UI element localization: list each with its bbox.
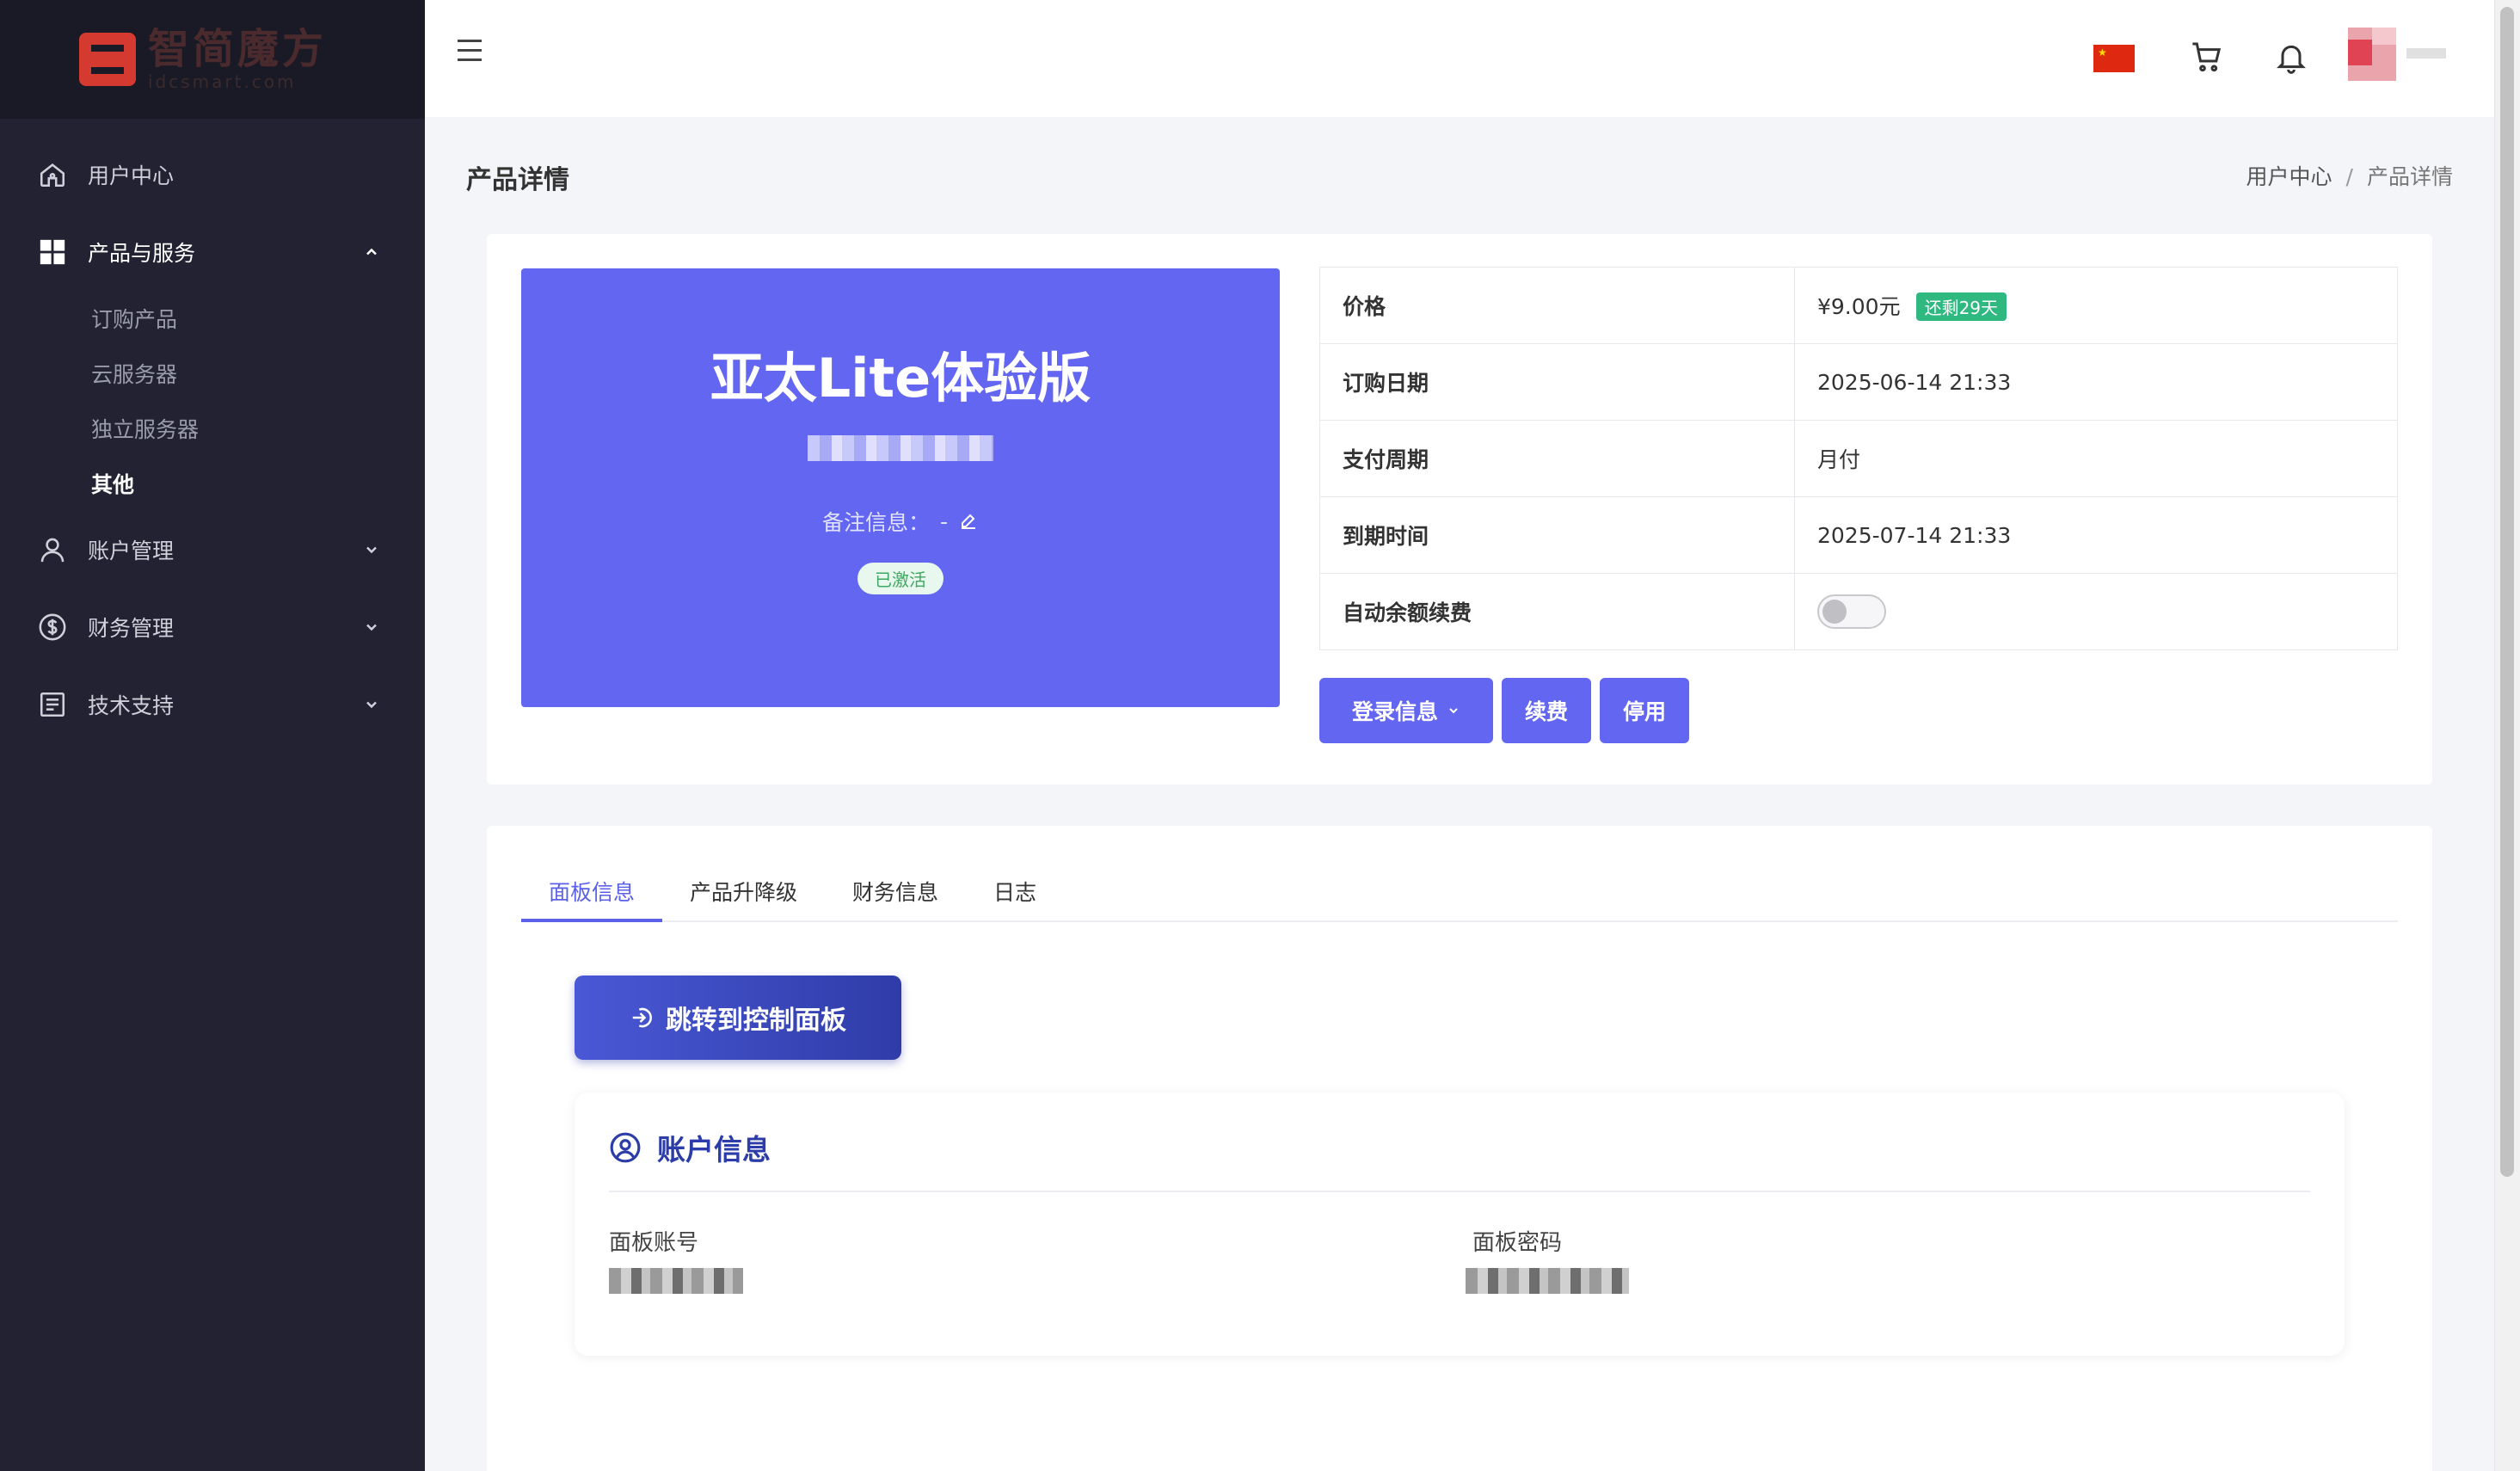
- tab-finance[interactable]: 财务信息: [825, 871, 966, 922]
- sidebar-subitem-dedicated-server[interactable]: 独立服务器: [0, 401, 425, 456]
- cart-icon[interactable]: [2190, 40, 2224, 74]
- tab-logs[interactable]: 日志: [966, 871, 1064, 922]
- billing-cycle-value: 月付: [1794, 420, 2398, 497]
- table-row: 价格 ¥9.00元 还剩29天: [1319, 267, 2398, 344]
- document-icon: [36, 688, 69, 721]
- expiry-value: 2025-07-14 21:33: [1794, 496, 2398, 574]
- table-row: 订购日期 2025-06-14 21:33: [1319, 343, 2398, 421]
- china-flag-icon[interactable]: ★: [2093, 45, 2135, 72]
- sidebar-nav: 用户中心 产品与服务 订购产品 云服务器 独立服务器 其他 账户管理 财务管理: [0, 119, 425, 743]
- avatar[interactable]: [2348, 28, 2396, 81]
- product-details-table: 价格 ¥9.00元 还剩29天 订购日期 2025-06-14 21:33 支付周…: [1319, 267, 2398, 650]
- note-label: 备注信息：: [821, 510, 930, 535]
- menu-toggle-icon[interactable]: [458, 40, 485, 65]
- tab-panel-info[interactable]: 面板信息: [521, 871, 663, 922]
- auto-renew-cell: [1794, 573, 2398, 650]
- price-value: ¥9.00元: [1817, 294, 1901, 319]
- logo-icon: [79, 33, 136, 86]
- scrollbar[interactable]: [2494, 0, 2520, 1471]
- chevron-down-icon: [366, 701, 377, 709]
- account-info-title: 账户信息: [657, 1133, 771, 1166]
- auto-renew-toggle[interactable]: [1817, 594, 1886, 629]
- product-hero: 亚太Lite体验版 备注信息： - 已激活: [521, 268, 1280, 707]
- chevron-down-icon: [1449, 708, 1458, 714]
- tab-bar: 面板信息 产品升降级 财务信息 日志: [521, 871, 2398, 922]
- tab-upgrade[interactable]: 产品升降级: [662, 871, 825, 922]
- product-host-blurred: [808, 435, 993, 461]
- table-row: 支付周期 月付: [1319, 420, 2398, 497]
- scrollbar-thumb[interactable]: [2500, 7, 2514, 1177]
- login-arrow-icon: [632, 1007, 652, 1028]
- note-value: -: [939, 508, 949, 534]
- product-tabs-card: 面板信息 产品升降级 财务信息 日志 跳转到控制面板 账户信息 面板账号 面板密…: [487, 826, 2432, 1471]
- user-icon: [36, 533, 69, 566]
- breadcrumb: 用户中心 / 产品详情: [2246, 160, 2453, 191]
- sidebar-subitem-order[interactable]: 订购产品: [0, 291, 425, 346]
- product-name: 亚太Lite体验版: [710, 347, 1091, 409]
- jump-to-panel-button[interactable]: 跳转到控制面板: [575, 976, 901, 1060]
- billing-cycle-label: 支付周期: [1319, 420, 1795, 497]
- grid-icon: [36, 236, 69, 268]
- breadcrumb-user-center[interactable]: 用户中心: [2246, 164, 2333, 189]
- disable-button[interactable]: 停用: [1600, 678, 1689, 743]
- logo[interactable]: 智简魔方 idcsmart.com: [0, 0, 425, 119]
- chevron-down-icon: [366, 546, 377, 554]
- logo-domain: idcsmart.com: [148, 71, 297, 92]
- panel-account-value-blurred: [609, 1268, 743, 1294]
- home-icon: [36, 158, 69, 191]
- logo-brand: 智简魔方: [148, 25, 328, 73]
- login-info-button[interactable]: 登录信息: [1319, 678, 1493, 743]
- account-info-card: 账户信息 面板账号 面板密码: [575, 1092, 2345, 1356]
- table-row: 到期时间 2025-07-14 21:33: [1319, 496, 2398, 574]
- top-bar: ★: [425, 0, 2494, 117]
- product-summary-card: 亚太Lite体验版 备注信息： - 已激活 价格 ¥9.00元 还剩29天 订购日…: [487, 234, 2432, 785]
- chevron-down-icon: [366, 624, 377, 631]
- expiry-label: 到期时间: [1319, 496, 1795, 574]
- panel-account-label: 面板账号: [609, 1230, 699, 1256]
- sidebar: 智简魔方 idcsmart.com 用户中心 产品与服务 订购产品 云服务器 独…: [0, 0, 425, 1471]
- sidebar-subitem-other[interactable]: 其他: [0, 456, 425, 511]
- order-date-value: 2025-06-14 21:33: [1794, 343, 2398, 421]
- breadcrumb-separator: /: [2345, 164, 2353, 189]
- sidebar-item-user-center[interactable]: 用户中心: [0, 136, 425, 213]
- order-date-label: 订购日期: [1319, 343, 1795, 421]
- chevron-up-icon: [366, 248, 377, 255]
- remaining-days-badge: 还剩29天: [1915, 292, 2007, 321]
- renew-button[interactable]: 续费: [1502, 678, 1591, 743]
- sidebar-item-support[interactable]: 技术支持: [0, 666, 425, 743]
- status-badge: 已激活: [857, 563, 943, 594]
- sidebar-subitem-cloud-server[interactable]: 云服务器: [0, 346, 425, 401]
- sidebar-item-account[interactable]: 账户管理: [0, 511, 425, 588]
- price-label: 价格: [1319, 267, 1795, 344]
- sidebar-item-products[interactable]: 产品与服务: [0, 213, 425, 291]
- page-title: 产品详情: [466, 165, 569, 195]
- table-row: 自动余额续费: [1319, 573, 2398, 650]
- price-value-cell: ¥9.00元 还剩29天: [1794, 267, 2398, 344]
- username-blurred[interactable]: [2406, 48, 2446, 58]
- user-circle-icon: [610, 1132, 641, 1163]
- product-note: 备注信息： -: [521, 506, 1280, 537]
- panel-password-label: 面板密码: [1472, 1230, 1563, 1256]
- divider: [609, 1191, 2310, 1192]
- bell-icon[interactable]: [2274, 40, 2308, 74]
- edit-icon[interactable]: [958, 511, 979, 532]
- dollar-icon: [36, 611, 69, 643]
- panel-password-value-blurred: [1466, 1268, 1629, 1294]
- sidebar-item-finance[interactable]: 财务管理: [0, 588, 425, 666]
- auto-renew-label: 自动余额续费: [1319, 573, 1795, 650]
- breadcrumb-current: 产品详情: [2366, 164, 2453, 189]
